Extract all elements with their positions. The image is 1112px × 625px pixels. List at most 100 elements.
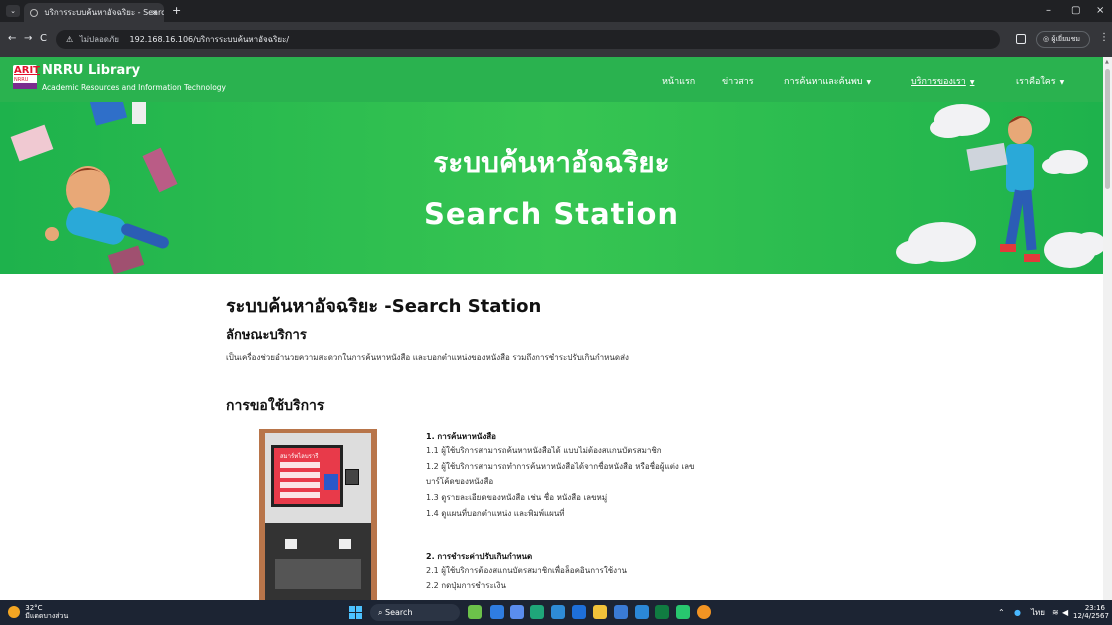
not-secure-label[interactable]: ไม่ปลอดภัย bbox=[80, 35, 119, 44]
service-heading-search: 1. การค้นหาหนังสือ bbox=[426, 432, 496, 441]
browser-tab-bar: ⌄ บริการระบบค้นหาอัจฉริยะ - Search × + –… bbox=[0, 0, 1112, 22]
windows-taskbar: 32°C มีแดดบางส่วน ⌕ Search ⌃ ● ไทย ≋ ◀ 23… bbox=[0, 600, 1112, 625]
card-reader-icon bbox=[345, 469, 359, 485]
widgets-icon[interactable] bbox=[468, 605, 482, 619]
wifi-icon[interactable]: ≋ bbox=[1052, 608, 1059, 618]
page-title: ระบบค้นหาอัจฉริยะ -Search Station bbox=[226, 296, 542, 317]
kiosk-screen-title: สมาร์ทไลบรารี bbox=[280, 453, 319, 460]
service-item: 1.1 ผู้ใช้บริการสามารถค้นหาหนังสือได้ แบ… bbox=[426, 446, 662, 455]
site-brand-subtitle: Academic Resources and Information Techn… bbox=[42, 83, 226, 92]
ime-indicator[interactable]: ไทย bbox=[1031, 608, 1045, 618]
service-item: บาร์โค้ดของหนังสือ bbox=[426, 477, 494, 486]
nav-discovery[interactable]: การค้นหาและค้นพบ ▼ bbox=[784, 76, 871, 89]
address-bar[interactable]: ⚠ ไม่ปลอดภัย 192.168.16.106/บริการระบบค้… bbox=[56, 30, 1000, 49]
cloud-illustration bbox=[896, 104, 1103, 268]
reload-button[interactable]: C bbox=[40, 33, 47, 45]
kiosk-drawer bbox=[275, 559, 361, 589]
scroll-up-icon[interactable]: ▲ bbox=[1105, 59, 1109, 65]
kiosk-slot bbox=[285, 539, 297, 549]
app-icon[interactable] bbox=[510, 605, 524, 619]
kiosk-screen-row bbox=[280, 472, 320, 478]
kiosk-screen: สมาร์ทไลบรารี bbox=[271, 445, 343, 507]
chevron-down-icon: ▼ bbox=[866, 79, 872, 86]
kiosk-screen-row bbox=[280, 492, 320, 498]
search-icon: ⌕ bbox=[378, 608, 386, 617]
book-illustration bbox=[132, 102, 146, 124]
chevron-up-icon[interactable]: ⌃ bbox=[998, 608, 1005, 618]
back-button[interactable]: ← bbox=[8, 33, 16, 45]
service-item: 1.2 ผู้ใช้บริการสามารถทำการค้นหาหนังสือไ… bbox=[426, 462, 695, 471]
hero-title-thai: ระบบค้นหาอัจฉริยะ bbox=[433, 146, 670, 179]
service-heading-fine: 2. การชำระค่าปรับเกินกำหนด bbox=[426, 552, 533, 561]
nav-services[interactable]: บริการของเรา ▼ bbox=[911, 76, 974, 89]
site-header: ARIT NRRU NRRU Library Academic Resource… bbox=[0, 57, 1103, 102]
browser-tab[interactable]: บริการระบบค้นหาอัจฉริยะ - Search × bbox=[24, 3, 164, 22]
hero-banner: ระบบค้นหาอัจฉริยะ Search Station bbox=[0, 102, 1103, 274]
app-icon[interactable] bbox=[551, 605, 565, 619]
man-laptop-illustration bbox=[966, 116, 1040, 262]
service-description: เป็นเครื่องช่วยอำนวยความสะดวกในการค้นหาห… bbox=[226, 353, 629, 362]
app-icon[interactable] bbox=[490, 605, 504, 619]
nav-services-label: บริการของเรา bbox=[911, 77, 966, 87]
service-item: 2.1 ผู้ใช้บริการต้องสแกนบัตรสมาชิกเพื่อล… bbox=[426, 566, 628, 575]
hero-illustration bbox=[10, 102, 1103, 274]
volume-icon[interactable]: ◀ bbox=[1062, 608, 1068, 618]
nav-about[interactable]: เราคือใคร ▼ bbox=[1016, 76, 1064, 89]
nav-discovery-label: การค้นหาและค้นพบ bbox=[784, 77, 863, 87]
main-content: ระบบค้นหาอัจฉริยะ -Search Station ลักษณะ… bbox=[0, 274, 1103, 600]
browser-menu-button[interactable]: ⋮ bbox=[1099, 32, 1109, 43]
app-icon[interactable] bbox=[530, 605, 544, 619]
app-icon[interactable] bbox=[572, 605, 586, 619]
chevron-down-icon: ▼ bbox=[1059, 79, 1065, 86]
nav-news[interactable]: ข่าวสาร bbox=[722, 76, 754, 88]
globe-icon bbox=[30, 8, 38, 17]
page-scrollbar[interactable]: ▲ bbox=[1103, 57, 1112, 600]
kiosk-screen-grid bbox=[324, 474, 338, 490]
kiosk-slot bbox=[339, 539, 351, 549]
taskbar-search-label: Search bbox=[385, 608, 413, 617]
nav-home[interactable]: หน้าแรก bbox=[662, 76, 695, 88]
nav-home-label: หน้าแรก bbox=[662, 77, 696, 87]
hero-title-english: Search Station bbox=[423, 197, 680, 231]
app-icon[interactable] bbox=[655, 605, 669, 619]
clock-time: 23:16 bbox=[1084, 604, 1105, 612]
tab-search-button[interactable]: ⌄ bbox=[6, 5, 20, 17]
warning-icon[interactable]: ⚠ bbox=[66, 35, 73, 44]
section-heading-features: ลักษณะบริการ bbox=[226, 328, 307, 343]
profile-button[interactable]: ◎ ผู้เยี่ยมชม bbox=[1036, 31, 1090, 48]
url-text[interactable]: 192.168.16.106/บริการระบบค้นหาอัจฉริยะ/ bbox=[130, 35, 290, 44]
profile-label: ผู้เยี่ยมชม bbox=[1051, 35, 1081, 43]
chevron-down-icon: ▼ bbox=[969, 79, 975, 86]
browser-toolbar: ← → C ⚠ ไม่ปลอดภัย 192.168.16.106/บริการ… bbox=[0, 22, 1112, 57]
taskbar-clock[interactable]: 23:16 12/4/2567 bbox=[1073, 604, 1109, 620]
nav-news-label: ข่าวสาร bbox=[722, 77, 754, 87]
logo-band bbox=[13, 83, 37, 89]
weather-widget[interactable]: 32°C มีแดดบางส่วน bbox=[8, 604, 68, 620]
restore-button[interactable]: ▢ bbox=[1071, 5, 1080, 17]
edge-icon[interactable] bbox=[635, 605, 649, 619]
kiosk-photo: สมาร์ทไลบรารี bbox=[259, 429, 377, 600]
clock-date: 12/4/2567 bbox=[1073, 612, 1109, 620]
app-icon[interactable] bbox=[676, 605, 690, 619]
tab-title: บริการระบบค้นหาอัจฉริยะ - Search bbox=[44, 8, 164, 17]
scrollbar-thumb[interactable] bbox=[1105, 69, 1110, 189]
new-tab-button[interactable]: + bbox=[172, 5, 181, 17]
chrome-icon[interactable] bbox=[697, 605, 711, 619]
app-icon[interactable] bbox=[614, 605, 628, 619]
file-explorer-icon[interactable] bbox=[593, 605, 607, 619]
logo-text-top: ARIT bbox=[14, 65, 40, 76]
app-tray-icon[interactable]: ● bbox=[1014, 608, 1021, 618]
site-brand[interactable]: NRRU Library bbox=[42, 63, 140, 79]
service-item: 1.4 ดูแผนที่บอกตำแหน่ง และพิมพ์แผนที่ bbox=[426, 509, 565, 518]
minimize-button[interactable]: – bbox=[1046, 5, 1051, 17]
forward-button[interactable]: → bbox=[24, 33, 32, 45]
window-close-button[interactable]: × bbox=[1096, 5, 1104, 17]
arit-logo[interactable]: ARIT NRRU bbox=[13, 65, 40, 89]
tab-close-button[interactable]: × bbox=[151, 3, 158, 22]
service-item: 2.2 กดปุ่มการชำระเงิน bbox=[426, 581, 506, 590]
taskbar-search[interactable]: ⌕ Search bbox=[370, 604, 460, 621]
windows-start-icon[interactable] bbox=[349, 606, 362, 619]
sun-icon bbox=[8, 606, 20, 618]
side-panel-icon[interactable] bbox=[1016, 34, 1026, 44]
service-item: 1.3 ดูรายละเอียดของหนังสือ เช่น ชื่อ หนั… bbox=[426, 493, 608, 502]
